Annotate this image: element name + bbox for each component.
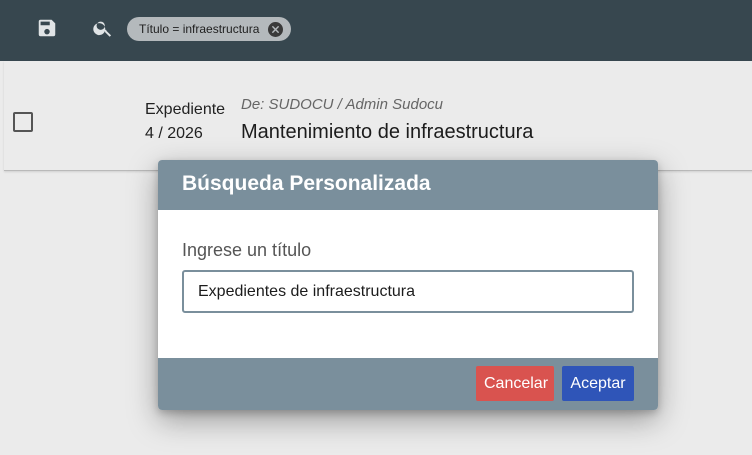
accept-button[interactable]: Aceptar bbox=[562, 366, 634, 401]
search-icon[interactable] bbox=[92, 17, 114, 39]
custom-search-dialog: Búsqueda Personalizada Ingrese un título… bbox=[158, 160, 658, 410]
cancel-button[interactable]: Cancelar bbox=[476, 366, 554, 401]
dialog-body: Ingrese un título bbox=[158, 210, 658, 358]
select-checkbox[interactable] bbox=[13, 112, 33, 132]
filter-chip[interactable]: Título = infraestructura bbox=[127, 17, 292, 41]
item-type: Expediente bbox=[145, 101, 226, 118]
top-toolbar: Título = infraestructura bbox=[0, 0, 752, 61]
close-icon[interactable] bbox=[268, 21, 284, 37]
list-item[interactable]: Expediente 4 / 2026 De: SUDOCU / Admin S… bbox=[4, 61, 752, 171]
filter-chip-label: Título = infraestructura bbox=[139, 22, 260, 36]
title-input[interactable] bbox=[182, 270, 634, 313]
item-subject[interactable]: Mantenimiento de infraestructura bbox=[241, 121, 533, 144]
dialog-title: Búsqueda Personalizada bbox=[182, 172, 431, 195]
dialog-header: Búsqueda Personalizada bbox=[158, 160, 658, 210]
save-icon[interactable] bbox=[36, 17, 58, 39]
dialog-footer: Cancelar Aceptar bbox=[158, 358, 658, 410]
title-field-label: Ingrese un título bbox=[182, 240, 312, 260]
item-sender: De: SUDOCU / Admin Sudocu bbox=[241, 96, 444, 113]
item-number: 4 / 2026 bbox=[145, 125, 203, 142]
